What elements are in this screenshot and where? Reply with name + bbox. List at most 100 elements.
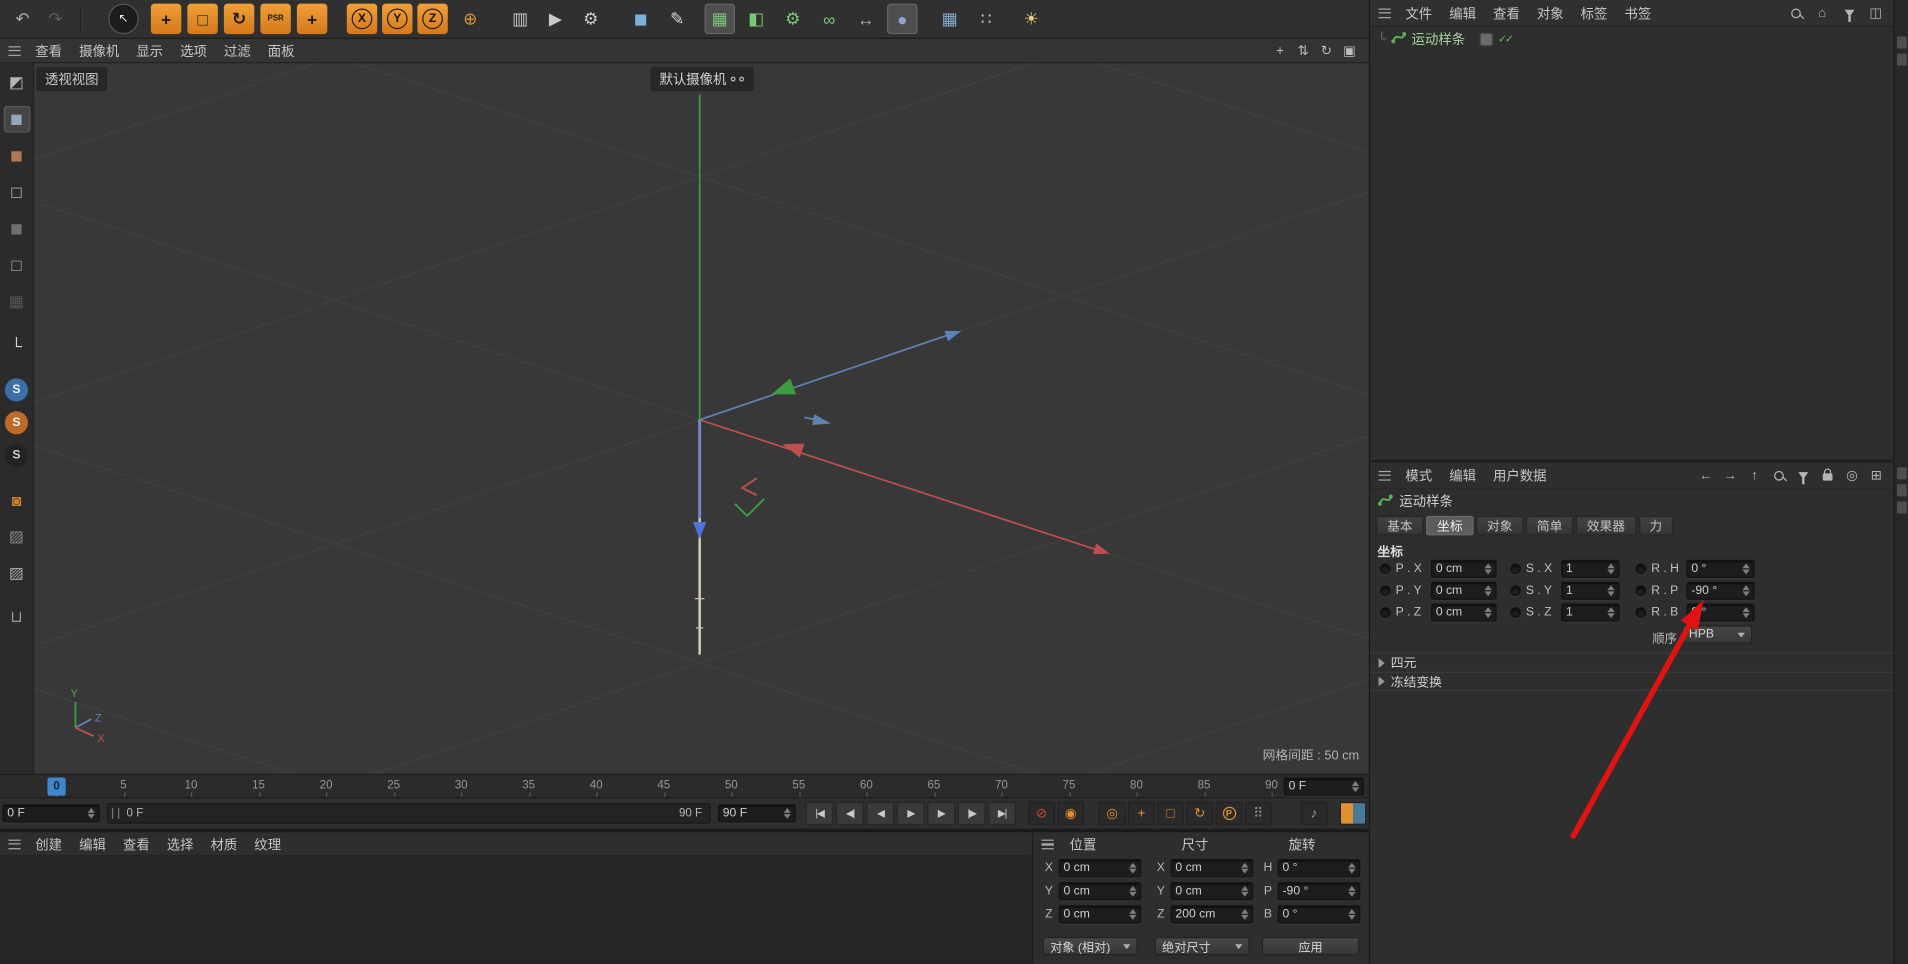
timeline-playhead[interactable]: 0: [47, 777, 66, 796]
record-keyframe-button[interactable]: ⊘: [1028, 801, 1055, 825]
stepper-icon[interactable]: [1126, 862, 1137, 874]
rotate-view-icon[interactable]: ↻: [1317, 41, 1336, 60]
record-position-toggle[interactable]: +: [1127, 801, 1155, 825]
record-pla-toggle[interactable]: ⠿: [1244, 801, 1272, 825]
filter-icon[interactable]: [1840, 4, 1858, 22]
lock-icon[interactable]: [1819, 467, 1836, 484]
make-editable-icon[interactable]: ◩: [3, 69, 30, 96]
coords-mode-dropdown[interactable]: 对象 (相对): [1042, 936, 1138, 956]
fold-0[interactable]: 四元: [1370, 652, 1894, 671]
pin-icon[interactable]: ◎: [1843, 467, 1860, 484]
keyframe-radio-icon[interactable]: [1510, 585, 1521, 597]
tab-效果器[interactable]: 效果器: [1575, 515, 1636, 536]
next-key-button[interactable]: |▶: [957, 801, 986, 825]
stepper-icon[interactable]: [1345, 885, 1356, 898]
keyframe-selection-button[interactable]: ◎: [1098, 801, 1126, 825]
stepper-icon[interactable]: [1345, 908, 1356, 921]
coords-rotation-B-field[interactable]: 0 °: [1277, 905, 1361, 924]
viewport-menu-4[interactable]: 过滤: [215, 41, 259, 60]
z-axis-lock[interactable]: Z: [417, 3, 448, 35]
stepper-icon[interactable]: [1481, 584, 1492, 597]
attr-scale-2-field[interactable]: 1: [1561, 603, 1620, 622]
object-menu-3[interactable]: 对象: [1528, 3, 1572, 22]
panel-tab-icon-e[interactable]: [1896, 501, 1907, 514]
object-menu-1[interactable]: 编辑: [1441, 3, 1485, 22]
keyframe-radio-icon[interactable]: [1379, 585, 1391, 597]
back-icon[interactable]: ←: [1697, 467, 1714, 484]
attribute-menu-button[interactable]: [1375, 465, 1394, 484]
model-mode-icon[interactable]: ◼: [3, 105, 30, 133]
light-menu[interactable]: ☀: [1016, 4, 1046, 34]
attr-rotation-1-field[interactable]: -90 °: [1686, 581, 1755, 600]
attr-position-2-field[interactable]: 0 cm: [1430, 603, 1497, 622]
paint-icon[interactable]: ◙: [3, 487, 30, 514]
stepper-icon[interactable]: [1604, 563, 1615, 575]
undo-icon[interactable]: ↶: [7, 4, 37, 34]
viewport-menu-1[interactable]: 摄像机: [71, 41, 128, 60]
object-menu-5[interactable]: 书签: [1616, 3, 1660, 22]
stepper-icon[interactable]: [1126, 908, 1137, 921]
add-cube-menu[interactable]: ◼: [625, 4, 655, 34]
keyframe-radio-icon[interactable]: [1379, 563, 1391, 575]
snap-enable-icon[interactable]: S: [4, 378, 28, 402]
material-menu-5[interactable]: 纹理: [246, 834, 290, 853]
pattern-a-icon[interactable]: ▨: [3, 523, 30, 550]
object-manager-menu-button[interactable]: [1375, 3, 1394, 22]
stepper-icon[interactable]: [1348, 780, 1360, 793]
toggle-view-icon[interactable]: ▣: [1340, 41, 1359, 60]
play-button[interactable]: ▶: [896, 801, 925, 825]
stepper-icon[interactable]: [1739, 606, 1750, 619]
current-frame-field[interactable]: 0 F: [2, 804, 100, 823]
camera-label[interactable]: 默认摄像机: [649, 66, 754, 92]
polygons-mode-icon[interactable]: ▦: [3, 288, 30, 315]
stepper-icon[interactable]: [1481, 606, 1492, 619]
expression-tag-icon[interactable]: [1479, 32, 1494, 46]
stepper-icon[interactable]: [1237, 862, 1249, 874]
points-mode-icon[interactable]: ◼: [3, 215, 30, 242]
search-icon[interactable]: [1770, 467, 1787, 484]
material-menu-3[interactable]: 选择: [158, 834, 202, 853]
object-menu-4[interactable]: 标签: [1572, 3, 1616, 22]
stepper-icon[interactable]: [780, 807, 791, 820]
coords-size-X-field[interactable]: 0 cm: [1170, 859, 1254, 878]
psr-tool[interactable]: PSR: [260, 3, 291, 35]
pattern-b-icon[interactable]: ▨: [3, 560, 30, 587]
panel-tab-icon-a[interactable]: [1896, 36, 1907, 49]
stepper-icon[interactable]: [1237, 908, 1249, 921]
viewport-3d[interactable]: Y Z X 透视视图 默认摄像机 网格间距 : 50 cm: [34, 63, 1369, 774]
record-parameter-toggle[interactable]: P: [1215, 801, 1243, 825]
tab-坐标[interactable]: 坐标: [1426, 515, 1474, 536]
material-area[interactable]: [0, 856, 1032, 964]
attr-position-0-field[interactable]: 0 cm: [1430, 559, 1497, 578]
panel-tab-icon-d[interactable]: [1896, 484, 1907, 497]
keyframe-radio-icon[interactable]: [1635, 607, 1647, 619]
forward-icon[interactable]: →: [1722, 467, 1739, 484]
filter-icon[interactable]: [1795, 467, 1812, 484]
coords-size-Y-field[interactable]: 0 cm: [1170, 882, 1254, 901]
enable-check-icon[interactable]: ✓✓: [1498, 32, 1514, 45]
coordinates-menu-button[interactable]: [1038, 835, 1057, 854]
goto-end-button[interactable]: ▶|: [988, 801, 1017, 825]
view-label[interactable]: 透视视图: [36, 66, 108, 92]
zoom-view-icon[interactable]: ⇅: [1293, 41, 1312, 60]
keyframe-radio-icon[interactable]: [1510, 607, 1521, 619]
up-icon[interactable]: ↑: [1746, 467, 1763, 484]
attribute-menu-2[interactable]: 用户数据: [1484, 465, 1555, 484]
stepper-icon[interactable]: [1739, 584, 1750, 597]
goto-start-button[interactable]: |◀: [805, 801, 834, 825]
clamp-icon[interactable]: ⊔: [3, 604, 30, 631]
viewport-menu-2[interactable]: 显示: [128, 41, 172, 60]
keyframe-radio-icon[interactable]: [1379, 607, 1391, 619]
ruler-frame-field[interactable]: 0 F: [1283, 777, 1365, 796]
spline-pen-menu[interactable]: ✎: [662, 4, 692, 34]
coords-size-Z-field[interactable]: 200 cm: [1170, 905, 1254, 924]
object-row-mospline[interactable]: └ 运动样条 ✓✓: [1370, 27, 1893, 51]
viewport-menu-3[interactable]: 选项: [172, 41, 216, 60]
simulation-menu[interactable]: ∞: [814, 4, 844, 34]
material-menu-2[interactable]: 查看: [114, 834, 158, 853]
coords-size-dropdown[interactable]: 绝对尺寸: [1154, 936, 1250, 956]
coords-position-Y-field[interactable]: 0 cm: [1058, 882, 1142, 901]
texture-mode-icon[interactable]: ◼: [3, 142, 30, 169]
attr-rotation-2-field[interactable]: 0 °: [1686, 603, 1755, 622]
attribute-menu-1[interactable]: 编辑: [1441, 465, 1485, 484]
